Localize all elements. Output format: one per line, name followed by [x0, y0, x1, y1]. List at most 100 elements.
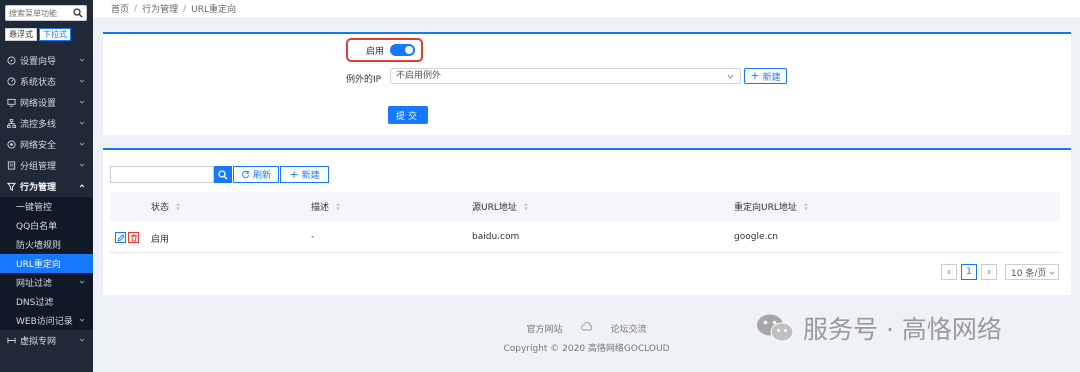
sidebar-item-label: 网络安全 — [20, 141, 57, 151]
column-header-status[interactable]: 状态 — [151, 200, 181, 213]
sidebar-item-label: 虚拟专网 — [20, 337, 57, 347]
sidebar-item-flow-control[interactable]: 流控多线 — [0, 113, 93, 134]
sidebar-item-label: 分组管理 — [20, 162, 57, 172]
sidebar-subitem-web-access-log[interactable]: WEB访问记录 — [0, 311, 93, 330]
menu-mode-switch: 悬浮式 下拉式 — [5, 28, 71, 41]
behavior-submenu: 一键管控 QQ白名单 防火墙规则 URL重定向 网址过滤 DNS过滤 WEB访问… — [0, 197, 93, 330]
sidebar-item-behavior-management[interactable]: 行为管理 — [0, 176, 93, 197]
sidebar-subitem-qq-whitelist[interactable]: QQ白名单 — [0, 216, 93, 235]
list-icon — [7, 161, 16, 170]
menu-search-box[interactable] — [5, 5, 87, 21]
sidebar-subitem-label: WEB访问记录 — [16, 317, 73, 327]
sidebar-subitem-url-redirect[interactable]: URL重定向 — [0, 254, 93, 273]
column-header-label: 源URL地址 — [472, 203, 517, 213]
chevron-down-icon — [79, 163, 85, 167]
chevron-down-icon — [1049, 271, 1055, 275]
switch-knob — [405, 46, 414, 54]
prev-page-button[interactable] — [941, 264, 957, 280]
sidebar-subitem-firewall-rules[interactable]: 防火墙规则 — [0, 235, 93, 254]
exception-ip-value: 不启用例外 — [396, 71, 442, 81]
column-header-redirect-url[interactable]: 重定向URL地址 — [734, 200, 809, 213]
sidebar-item-group-management[interactable]: 分组管理 — [0, 155, 93, 176]
table-row: 启用 - baidu.com google.cn — [110, 222, 1060, 253]
pagination: 1 10 条/页 — [941, 264, 1059, 280]
column-header-source-url[interactable]: 源URL地址 — [472, 200, 529, 213]
search-icon — [218, 169, 228, 179]
sidebar-item-setup-wizard[interactable]: 设置向导 — [0, 50, 93, 71]
gauge-icon — [7, 77, 16, 86]
mode-dropdown[interactable]: 下拉式 — [39, 28, 71, 41]
enable-switch[interactable] — [390, 44, 416, 56]
cell-description: - — [311, 232, 315, 242]
rules-table-panel: 刷新 + 新建 状态 描述 源URL地址 重定向URL地址 启用 - baidu… — [103, 148, 1071, 295]
search-icon[interactable] — [73, 8, 83, 18]
table-header: 状态 描述 源URL地址 重定向URL地址 — [110, 192, 1060, 221]
forum-link[interactable]: 论坛交流 — [611, 322, 647, 335]
sidebar-item-vpn[interactable]: 虚拟专网 — [0, 330, 93, 351]
page-size-value: 10 条/页 — [1011, 268, 1047, 279]
sidebar-item-label: 设置向导 — [20, 57, 57, 67]
breadcrumb-separator: / — [183, 3, 187, 14]
refresh-button[interactable]: 刷新 — [233, 166, 279, 183]
network-icon — [7, 119, 16, 128]
breadcrumb-home[interactable]: 首页 — [111, 2, 129, 15]
submit-button[interactable]: 提交 — [388, 106, 428, 124]
page-size-select[interactable]: 10 条/页 — [1005, 264, 1059, 280]
vpn-icon — [7, 337, 16, 344]
watermark: 服务号 · 高恪网络 — [755, 310, 1002, 346]
menu-search-input[interactable] — [6, 6, 74, 20]
sidebar-menu: 设置向导 系统状态 网络设置 流控多线 网络安全 分组管理 行为管理 一键管控 … — [0, 50, 93, 351]
refresh-icon — [242, 170, 250, 179]
shield-icon — [7, 140, 16, 149]
wechat-icon — [757, 314, 794, 342]
column-header-label: 描述 — [311, 203, 330, 213]
official-site-link[interactable]: 官方网站 — [526, 322, 562, 335]
column-header-description[interactable]: 描述 — [311, 200, 341, 213]
monitor-icon — [7, 98, 16, 107]
cell-redirect-url: google.cn — [734, 232, 778, 242]
sidebar-subitem-label: 网址过滤 — [16, 279, 53, 289]
breadcrumb-behavior-management[interactable]: 行为管理 — [142, 2, 178, 15]
sidebar: 悬浮式 下拉式 设置向导 系统状态 网络设置 流控多线 网络安全 — [0, 0, 93, 372]
compass-icon — [7, 56, 16, 65]
enable-label: 启用 — [366, 46, 385, 57]
sidebar-item-label: 行为管理 — [20, 183, 57, 193]
new-rule-label: 新建 — [301, 171, 320, 181]
sidebar-item-network-security[interactable]: 网络安全 — [0, 134, 93, 155]
new-ip-button[interactable]: + 新建 — [744, 68, 787, 84]
column-header-label: 重定向URL地址 — [734, 203, 797, 213]
new-ip-button-label: 新建 — [762, 72, 781, 83]
sidebar-subitem-one-click-control[interactable]: 一键管控 — [0, 197, 93, 216]
next-page-button[interactable] — [981, 264, 997, 280]
mode-floating[interactable]: 悬浮式 — [5, 28, 37, 41]
chevron-left-icon — [947, 269, 951, 275]
new-rule-button[interactable]: + 新建 — [280, 166, 329, 183]
chevron-down-icon — [79, 142, 85, 146]
exception-ip-label: 例外的IP — [346, 75, 382, 85]
cell-source-url: baidu.com — [472, 232, 520, 242]
chevron-down-icon — [79, 58, 85, 62]
sidebar-subitem-dns-filter[interactable]: DNS过滤 — [0, 292, 93, 311]
sidebar-item-label: 流控多线 — [20, 120, 57, 130]
chevron-up-icon — [79, 184, 85, 188]
exception-ip-select[interactable]: 不启用例外 — [390, 68, 741, 84]
sort-icon — [176, 203, 181, 210]
edit-button[interactable] — [115, 232, 126, 243]
settings-panel: 启用 例外的IP 不启用例外 + 新建 提交 — [103, 32, 1071, 135]
delete-button[interactable] — [128, 232, 139, 243]
chevron-down-icon — [79, 79, 85, 83]
plus-icon: + — [750, 69, 760, 82]
sidebar-item-system-status[interactable]: 系统状态 — [0, 71, 93, 92]
page-number[interactable]: 1 — [961, 264, 977, 280]
chevron-down-icon — [727, 74, 734, 79]
refresh-label: 刷新 — [252, 171, 271, 181]
sidebar-subitem-url-filter[interactable]: 网址过滤 — [0, 273, 93, 292]
table-search-button[interactable] — [214, 166, 232, 183]
sort-icon — [336, 203, 341, 210]
sidebar-item-network-settings[interactable]: 网络设置 — [0, 92, 93, 113]
chevron-down-icon — [79, 121, 85, 125]
table-search-input[interactable] — [110, 166, 214, 183]
filter-icon — [7, 182, 16, 191]
cell-status: 启用 — [151, 235, 170, 245]
row-actions — [115, 232, 139, 243]
